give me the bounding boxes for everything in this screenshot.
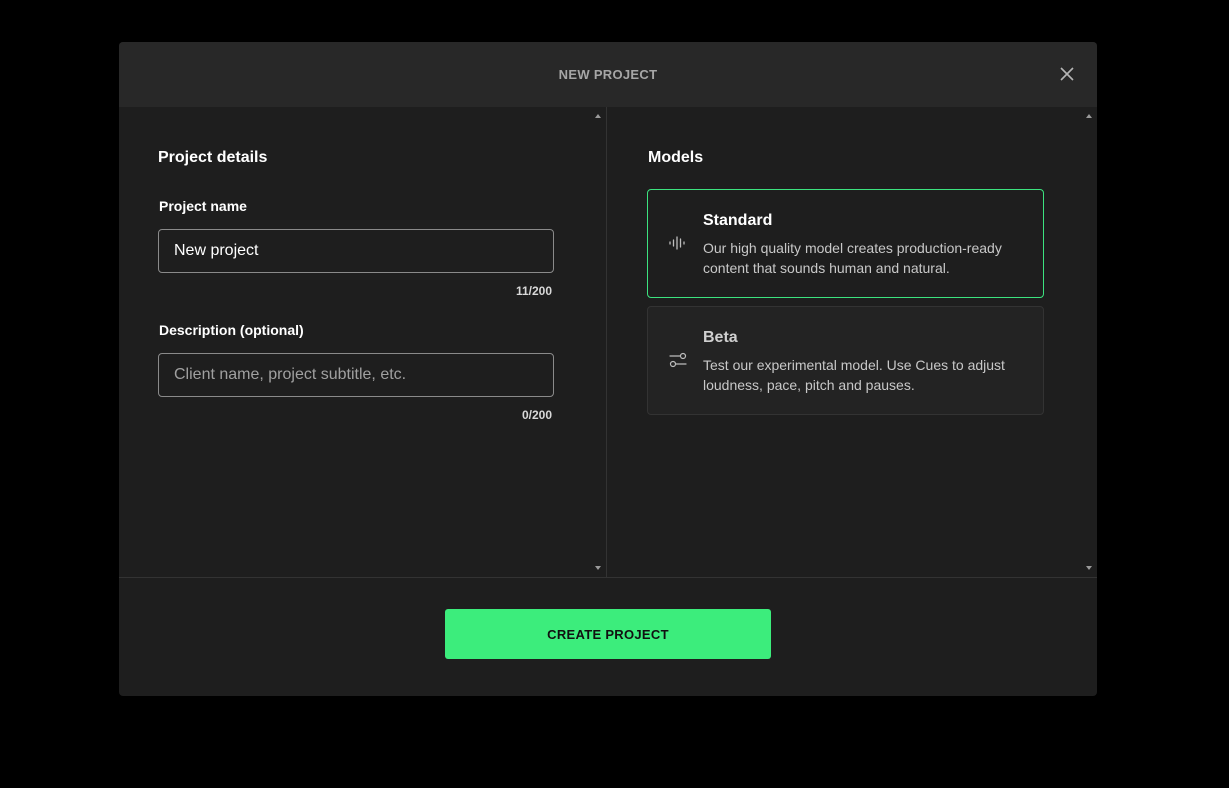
sliders-icon	[669, 352, 687, 368]
close-button[interactable]	[1059, 66, 1075, 82]
project-details-panel: Project details Project name 11/200 Desc…	[119, 107, 607, 577]
description-input[interactable]	[158, 353, 554, 397]
scroll-up-icon[interactable]	[594, 113, 602, 119]
model-card-standard[interactable]: Standard Our high quality model creates …	[647, 189, 1044, 298]
close-icon	[1060, 67, 1074, 81]
model-description: Test our experimental model. Use Cues to…	[703, 357, 1005, 393]
scroll-up-icon[interactable]	[1085, 113, 1093, 119]
create-project-button[interactable]: CREATE PROJECT	[445, 609, 771, 659]
model-description: Our high quality model creates productio…	[703, 240, 1002, 276]
scroll-down-icon[interactable]	[594, 565, 602, 571]
scroll-down-icon[interactable]	[1085, 565, 1093, 571]
model-card-beta[interactable]: Beta Test our experimental model. Use Cu…	[647, 306, 1044, 415]
waveform-icon	[669, 236, 685, 250]
description-counter: 0/200	[521, 408, 552, 422]
project-name-counter: 11/200	[515, 284, 552, 298]
project-name-input[interactable]	[158, 229, 554, 273]
models-heading: Models	[648, 149, 704, 166]
description-label: Description (optional)	[159, 322, 304, 338]
models-panel: Models Standard Our high quality model c…	[608, 107, 1097, 577]
modal-header: NEW PROJECT	[119, 42, 1097, 107]
model-name: Standard	[703, 212, 773, 229]
model-name: Beta	[703, 329, 738, 346]
project-name-label: Project name	[159, 198, 247, 214]
new-project-modal: NEW PROJECT Project details Project name…	[119, 42, 1097, 696]
project-details-heading: Project details	[158, 149, 268, 166]
modal-footer: CREATE PROJECT	[119, 577, 1097, 696]
modal-title: NEW PROJECT	[558, 67, 658, 82]
